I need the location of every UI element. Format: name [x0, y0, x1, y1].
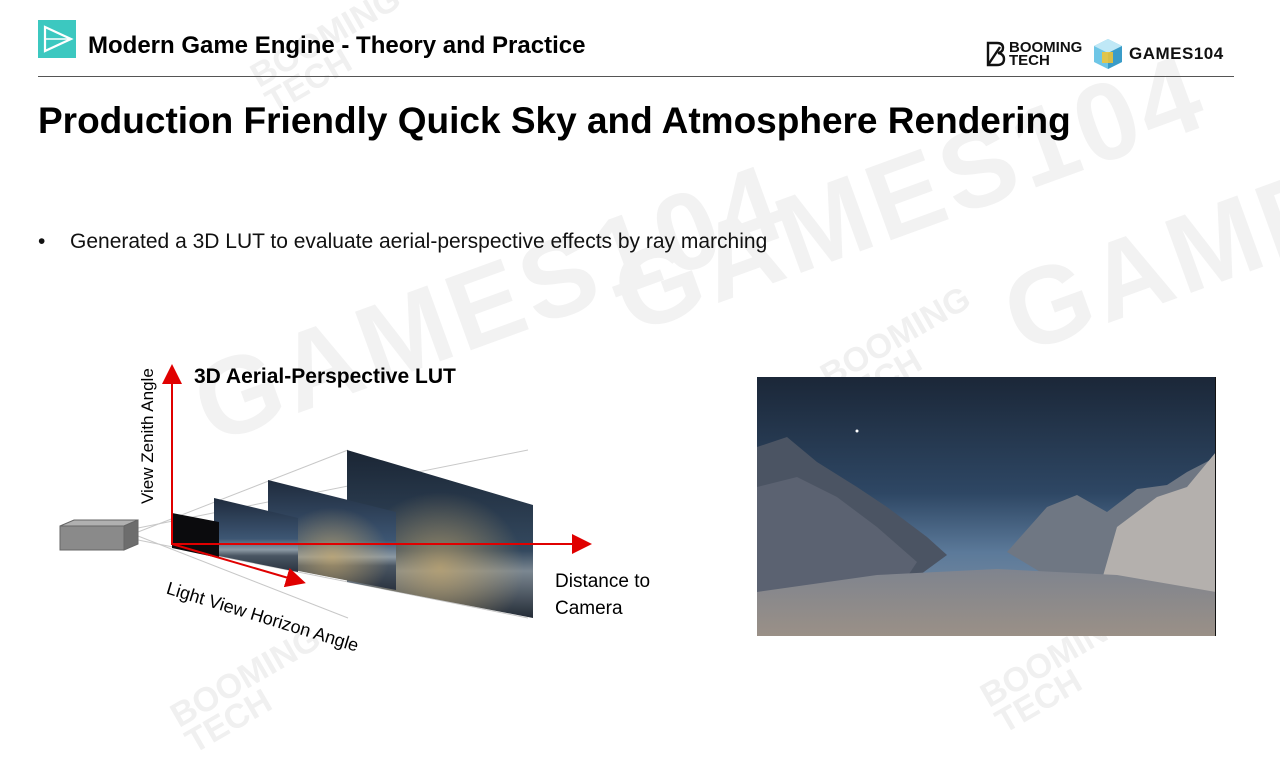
aerial-perspective-lut-diagram: 3D Aerial-Perspective LUT View Zenith An…: [38, 350, 698, 656]
games104-cube-icon: [1094, 39, 1122, 69]
games104-logo: GAMES104: [1093, 38, 1224, 70]
zenith-axis-label: View Zenith Angle: [138, 368, 157, 504]
games104-label: GAMES104: [1129, 44, 1224, 63]
booming-tech-logo: BOOMING TECH: [985, 38, 1082, 70]
aerial-perspective-render-image: [757, 377, 1216, 636]
bullet-dot: •: [38, 230, 46, 253]
slide-header: Modern Game Engine - Theory and Practice…: [0, 0, 1280, 78]
camera-icon: [59, 519, 139, 551]
distance-axis-label: Distance to Camera: [555, 571, 651, 619]
booming-tech-icon: [986, 41, 1006, 67]
course-logo-icon: [38, 20, 76, 58]
bullet-text: Generated a 3D LUT to evaluate aerial-pe…: [70, 230, 768, 253]
diagram-title: 3D Aerial-Perspective LUT: [194, 365, 456, 388]
slide-title: Production Friendly Quick Sky and Atmosp…: [38, 100, 1071, 141]
course-title: Modern Game Engine - Theory and Practice: [88, 32, 586, 59]
header-divider: [38, 76, 1234, 77]
bullet-item: • Generated a 3D LUT to evaluate aerial-…: [38, 230, 767, 254]
